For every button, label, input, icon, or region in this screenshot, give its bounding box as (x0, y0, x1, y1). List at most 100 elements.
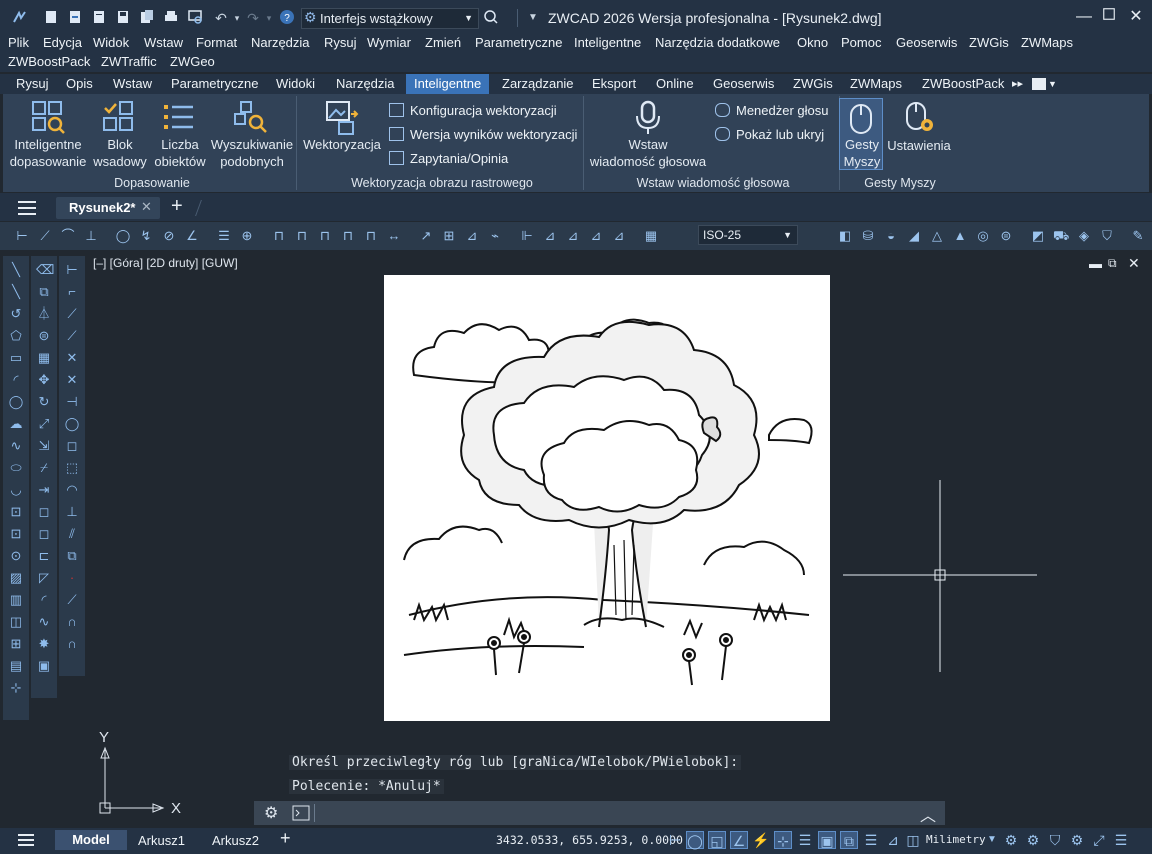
snap-mode-icon[interactable]: ⊢ (666, 831, 684, 849)
menu-narzedzia[interactable]: Narzędzia (251, 35, 310, 50)
properties-icon[interactable]: ▣ (36, 658, 52, 674)
tab-zarzadzanie[interactable]: Zarządzanie (502, 74, 574, 94)
snap-midpoint-icon[interactable]: ⌐ (64, 284, 80, 300)
dim-space-icon[interactable]: ⊓ (317, 228, 333, 244)
offset-icon[interactable]: ⊜ (36, 328, 52, 344)
feedback-button[interactable]: Zapytania/Opinia (389, 151, 508, 166)
tab-inteligentne[interactable]: Inteligentne (406, 74, 490, 94)
tab-eksport[interactable]: Eksport (592, 74, 636, 94)
linear-dim-icon[interactable]: ⊢ (14, 228, 30, 244)
quick-dim-icon[interactable]: ☰ (216, 228, 232, 244)
ray-icon[interactable]: ╲ (8, 284, 24, 300)
maximize-button[interactable] (1097, 6, 1121, 28)
ellipse-arc-icon[interactable]: ◡ (8, 482, 24, 498)
trim-icon[interactable]: ⌿ (36, 460, 52, 476)
center-mark-icon[interactable]: ⊕ (239, 228, 255, 244)
break-point-icon[interactable]: ◻ (36, 504, 52, 520)
radius-dim-icon[interactable]: ◯ (115, 228, 131, 244)
snap-extension-icon[interactable]: ✕ (64, 350, 80, 366)
workspace-search-icon[interactable] (482, 9, 500, 27)
vectorize-icon[interactable] (325, 100, 361, 136)
snap-square-icon[interactable]: ◻ (64, 438, 80, 454)
find-similar-label-1[interactable]: Wyszukiwanie (207, 137, 297, 153)
snap-insert-icon[interactable]: ⧉ (64, 548, 80, 564)
break-icon[interactable]: ◻ (36, 526, 52, 542)
ordinate-dim-icon[interactable]: ⊥ (83, 228, 99, 244)
layout-tab-arkusz2[interactable]: Arkusz2 (212, 832, 259, 850)
transparency-icon[interactable]: ▣ (818, 831, 836, 849)
units-label[interactable]: Milimetry (926, 833, 986, 846)
new-file-icon[interactable] (42, 9, 60, 27)
array-icon[interactable]: ▦ (36, 350, 52, 366)
dim-style-icon[interactable]: ▦ (643, 228, 659, 244)
menu-widok[interactable]: Widok (93, 35, 129, 50)
circle-icon[interactable]: ◯ (8, 394, 24, 410)
menu-format[interactable]: Format (196, 35, 237, 50)
tab-zwgis[interactable]: ZWGis (793, 74, 833, 94)
point-icon[interactable]: ⊙ (8, 548, 24, 564)
command-line[interactable]: ⚙ ︿ (254, 801, 945, 825)
app-logo-icon[interactable] (11, 9, 29, 27)
object-count-label-1[interactable]: Liczba (151, 137, 209, 153)
menu-zwboostpack[interactable]: ZWBoostPack (8, 54, 90, 69)
snap-tangent-icon[interactable]: ◠ (64, 482, 80, 498)
snap-nearest-icon[interactable]: ⟋ (64, 592, 80, 608)
menu-plik[interactable]: Plik (8, 35, 29, 50)
object-count-icon[interactable] (161, 100, 197, 136)
show-hide-voice-button[interactable]: Pokaż lub ukryj (715, 127, 824, 142)
plot-preview-icon[interactable] (186, 9, 204, 27)
rectangle-icon[interactable]: ▭ (8, 350, 24, 366)
dim-update-icon[interactable]: ⊿ (542, 228, 558, 244)
snap-intersection-icon[interactable]: ⟋ (64, 306, 80, 322)
hamburger-menu-icon[interactable] (18, 199, 36, 215)
dim-oblique-icon[interactable]: ⊿ (464, 228, 480, 244)
hardware-accel-icon[interactable]: ⚙ (1068, 831, 1086, 849)
find-similar-icon[interactable] (233, 100, 269, 136)
menu-zmien[interactable]: Zmień (425, 35, 461, 50)
spline-icon[interactable]: ∿ (8, 438, 24, 454)
command-settings-icon[interactable]: ⚙ (264, 803, 278, 823)
make-block-icon[interactable]: ⊡ (8, 526, 24, 542)
revcloud-icon[interactable]: ☁ (8, 416, 24, 432)
shield-icon[interactable]: ⛉ (1046, 831, 1064, 849)
tab-widoki[interactable]: Widoki (276, 74, 315, 94)
dim-jogline-icon[interactable]: ⊓ (363, 228, 379, 244)
snap-none-icon[interactable]: ∩ (64, 614, 80, 630)
customize-icon[interactable]: ☰ (1112, 831, 1130, 849)
voice-manager-button[interactable]: Menedżer głosu (715, 103, 829, 118)
model-space-icon[interactable]: ◫ (904, 831, 922, 849)
layout-tab-model[interactable]: Model (55, 830, 127, 850)
menu-okno[interactable]: Okno (797, 35, 828, 50)
insert-block-icon[interactable]: ⊡ (8, 504, 24, 520)
snap-center-icon[interactable]: ✕ (64, 372, 80, 388)
close-button[interactable]: ✕ (1124, 6, 1148, 28)
lineweight-icon[interactable]: ☰ (796, 831, 814, 849)
snap-settings-icon[interactable]: ∩ (64, 636, 80, 652)
menu-zwmaps[interactable]: ZWMaps (1021, 35, 1073, 50)
new-tab-button[interactable]: + (171, 195, 183, 218)
ribbon-minimize-icon[interactable] (1032, 78, 1046, 90)
snap-parallel-icon[interactable]: ⫽ (64, 526, 80, 542)
voice-insert-label-1[interactable]: Wstaw (588, 137, 708, 153)
pyramid-icon[interactable]: ▲ (952, 228, 968, 244)
ellipse-icon[interactable]: ⬭ (8, 460, 24, 476)
snap-perpendicular-icon[interactable]: ⊥ (64, 504, 80, 520)
vectorize-label[interactable]: Wektoryzacja (299, 137, 385, 153)
workspace-switch-icon[interactable]: ⚙ (1002, 831, 1020, 849)
tab-zwmaps[interactable]: ZWMaps (850, 74, 902, 94)
angular-dim-icon[interactable]: ∠ (184, 228, 200, 244)
revolve-icon[interactable]: ⊜ (998, 228, 1014, 244)
polygon-icon[interactable]: ⬠ (8, 328, 24, 344)
smart-match-label-1[interactable]: Inteligentne (8, 137, 88, 153)
chevron-up-icon[interactable]: ︿ (920, 802, 936, 826)
mouse-settings-icon[interactable] (905, 101, 935, 135)
save-icon[interactable] (114, 9, 132, 27)
units-dropdown-icon[interactable]: ▼ (983, 831, 1001, 849)
menu-rysuj[interactable]: Rysuj (324, 35, 357, 50)
tab-rysuj[interactable]: Rysuj (16, 74, 49, 94)
wedge-icon[interactable]: ◢ (906, 228, 922, 244)
extrude-icon[interactable]: ◩ (1030, 228, 1046, 244)
baseline-dim-icon[interactable]: ⊓ (271, 228, 287, 244)
scale-icon[interactable]: ⤢ (36, 416, 52, 432)
batch-block-icon[interactable] (102, 100, 138, 136)
